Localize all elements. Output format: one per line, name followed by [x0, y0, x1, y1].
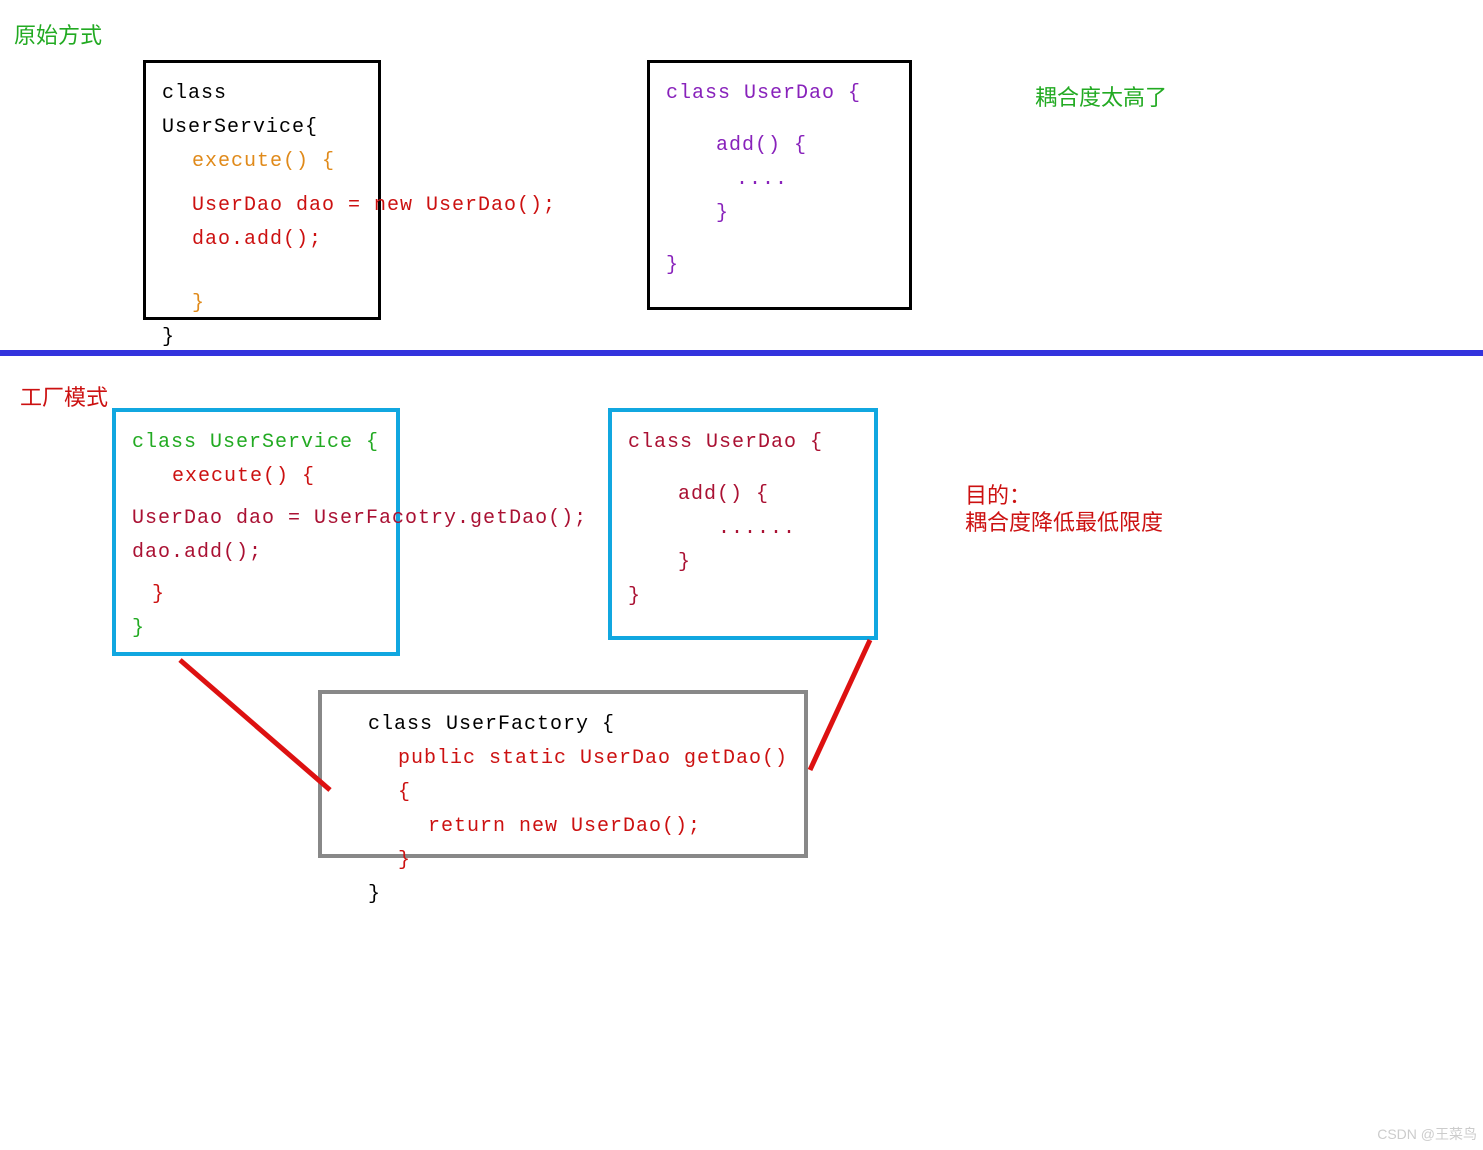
connector-factory-to-dao — [810, 640, 870, 770]
code-fragment: cotry.getDao(); — [392, 507, 587, 530]
code-fragment: UserDao dao = ne — [192, 194, 400, 217]
code-line: } — [338, 878, 792, 912]
section1-title: 原始方式 — [14, 18, 102, 50]
code-line: class UserFactory { — [338, 708, 792, 742]
box-userdao-original: class UserDao { add() { .... } } — [647, 60, 912, 310]
code-line: } — [666, 249, 897, 283]
box-userservice-factory: class UserService { execute() { UserDao … — [112, 408, 400, 656]
section2-note2: 耦合度降低最低限度 — [965, 505, 1163, 537]
code-line: } — [162, 287, 366, 321]
section-divider — [0, 350, 1483, 356]
box-userdao-factory: class UserDao { add() { ...... } } — [608, 408, 878, 640]
code-fragment: UserDao dao = UserFa — [132, 507, 392, 530]
code-line: .... — [666, 163, 897, 197]
code-line: class UserService{ — [162, 77, 366, 145]
code-line: } — [338, 844, 792, 878]
code-line: UserDao dao = new UserDao(); — [162, 189, 366, 223]
code-line: add() { — [628, 478, 862, 512]
code-line: class UserDao { — [666, 77, 897, 111]
section1-note: 耦合度太高了 — [1035, 80, 1167, 112]
code-line: UserDao dao = UserFacotry.getDao(); — [132, 502, 384, 536]
code-line: } — [132, 578, 384, 612]
box-userservice-original: class UserService{ execute() { UserDao d… — [143, 60, 381, 320]
code-line: return new UserDao(); — [338, 810, 792, 844]
code-line: class UserService { — [132, 426, 384, 460]
code-line: } — [628, 580, 862, 614]
code-line: } — [628, 546, 862, 580]
code-line: } — [132, 612, 384, 646]
code-line: ...... — [628, 512, 862, 546]
code-line: dao.add(); — [162, 223, 366, 257]
section2-title: 工厂模式 — [20, 380, 108, 412]
connector-service-to-factory — [180, 660, 330, 790]
box-userfactory: class UserFactory { public static UserDa… — [318, 690, 808, 858]
code-line: } — [666, 197, 897, 231]
code-line: dao.add(); — [132, 536, 384, 570]
code-line: public static UserDao getDao() { — [338, 742, 792, 810]
code-line: add() { — [666, 129, 897, 163]
watermark: CSDN @王菜鸟 — [1377, 1124, 1477, 1144]
code-line: class UserDao { — [628, 426, 862, 460]
code-line: execute() { — [132, 460, 384, 494]
code-fragment: w UserDao(); — [400, 194, 556, 217]
code-line: execute() { — [162, 145, 366, 179]
